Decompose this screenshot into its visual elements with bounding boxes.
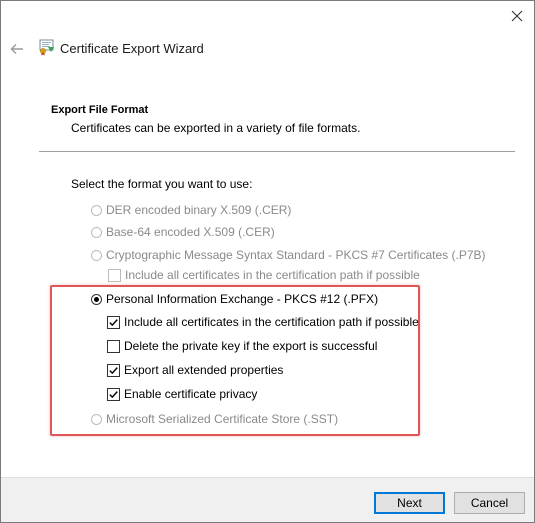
checkbox[interactable]	[107, 387, 120, 401]
radio-button[interactable]	[91, 293, 102, 305]
checkbox-label: Enable certificate privacy	[124, 387, 258, 401]
checkbox-label: Export all extended properties	[124, 363, 284, 377]
radio-pfx-format[interactable]: Personal Information Exchange - PKCS #12…	[91, 292, 378, 306]
close-icon	[511, 10, 523, 22]
wizard-footer: Next Cancel	[1, 477, 534, 522]
checkbox[interactable]	[107, 315, 120, 329]
checkbox-pfx-include-path[interactable]: Include all certificates in the certific…	[107, 315, 419, 329]
separator	[39, 151, 515, 152]
page-heading: Export File Format	[51, 104, 149, 116]
back-button[interactable]	[7, 39, 27, 59]
radio-der-format[interactable]: DER encoded binary X.509 (.CER)	[91, 203, 291, 217]
checkbox[interactable]	[108, 268, 121, 282]
radio-sst-format[interactable]: Microsoft Serialized Certificate Store (…	[91, 412, 338, 426]
radio-label: Microsoft Serialized Certificate Store (…	[106, 412, 339, 426]
certificate-icon	[37, 38, 55, 59]
radio-label: Personal Information Exchange - PKCS #12…	[106, 292, 379, 306]
page-description: Certificates can be exported in a variet…	[71, 121, 361, 135]
checkbox-delete-private-key[interactable]: Delete the private key if the export is …	[107, 339, 377, 353]
checkmark-icon	[109, 366, 118, 374]
radio-button[interactable]	[91, 413, 102, 425]
checkbox-enable-certificate-privacy[interactable]: Enable certificate privacy	[107, 387, 257, 401]
radio-button[interactable]	[91, 204, 102, 216]
format-prompt: Select the format you want to use:	[71, 177, 253, 191]
certificate-export-wizard-window: Certificate Export Wizard Export File Fo…	[0, 0, 535, 523]
radio-label: Base-64 encoded X.509 (.CER)	[106, 225, 275, 239]
wizard-title: Certificate Export Wizard	[60, 41, 204, 56]
radio-label: Cryptographic Message Syntax Standard - …	[106, 248, 486, 262]
checkbox-label: Include all certificates in the certific…	[124, 315, 419, 329]
cancel-button[interactable]: Cancel	[454, 492, 525, 514]
checkbox[interactable]	[107, 363, 120, 377]
radio-button[interactable]	[91, 249, 102, 261]
checkmark-icon	[109, 390, 118, 398]
checkbox-p7b-include-path[interactable]: Include all certificates in the certific…	[108, 268, 420, 282]
radio-button[interactable]	[91, 226, 102, 238]
next-button[interactable]: Next	[374, 492, 445, 514]
checkbox-export-extended-properties[interactable]: Export all extended properties	[107, 363, 283, 377]
wizard-content: Export File Format Certificates can be e…	[1, 69, 534, 477]
radio-p7b-format[interactable]: Cryptographic Message Syntax Standard - …	[91, 248, 486, 262]
title-bar	[1, 1, 534, 33]
radio-base64-format[interactable]: Base-64 encoded X.509 (.CER)	[91, 225, 275, 239]
checkbox-label: Delete the private key if the export is …	[124, 339, 378, 353]
back-arrow-icon	[10, 44, 23, 54]
checkbox[interactable]	[107, 339, 120, 353]
wizard-header: Certificate Export Wizard	[1, 33, 534, 69]
radio-label: DER encoded binary X.509 (.CER)	[106, 203, 292, 217]
close-button[interactable]	[500, 1, 534, 31]
checkbox-label: Include all certificates in the certific…	[125, 268, 420, 282]
checkmark-icon	[109, 318, 118, 326]
